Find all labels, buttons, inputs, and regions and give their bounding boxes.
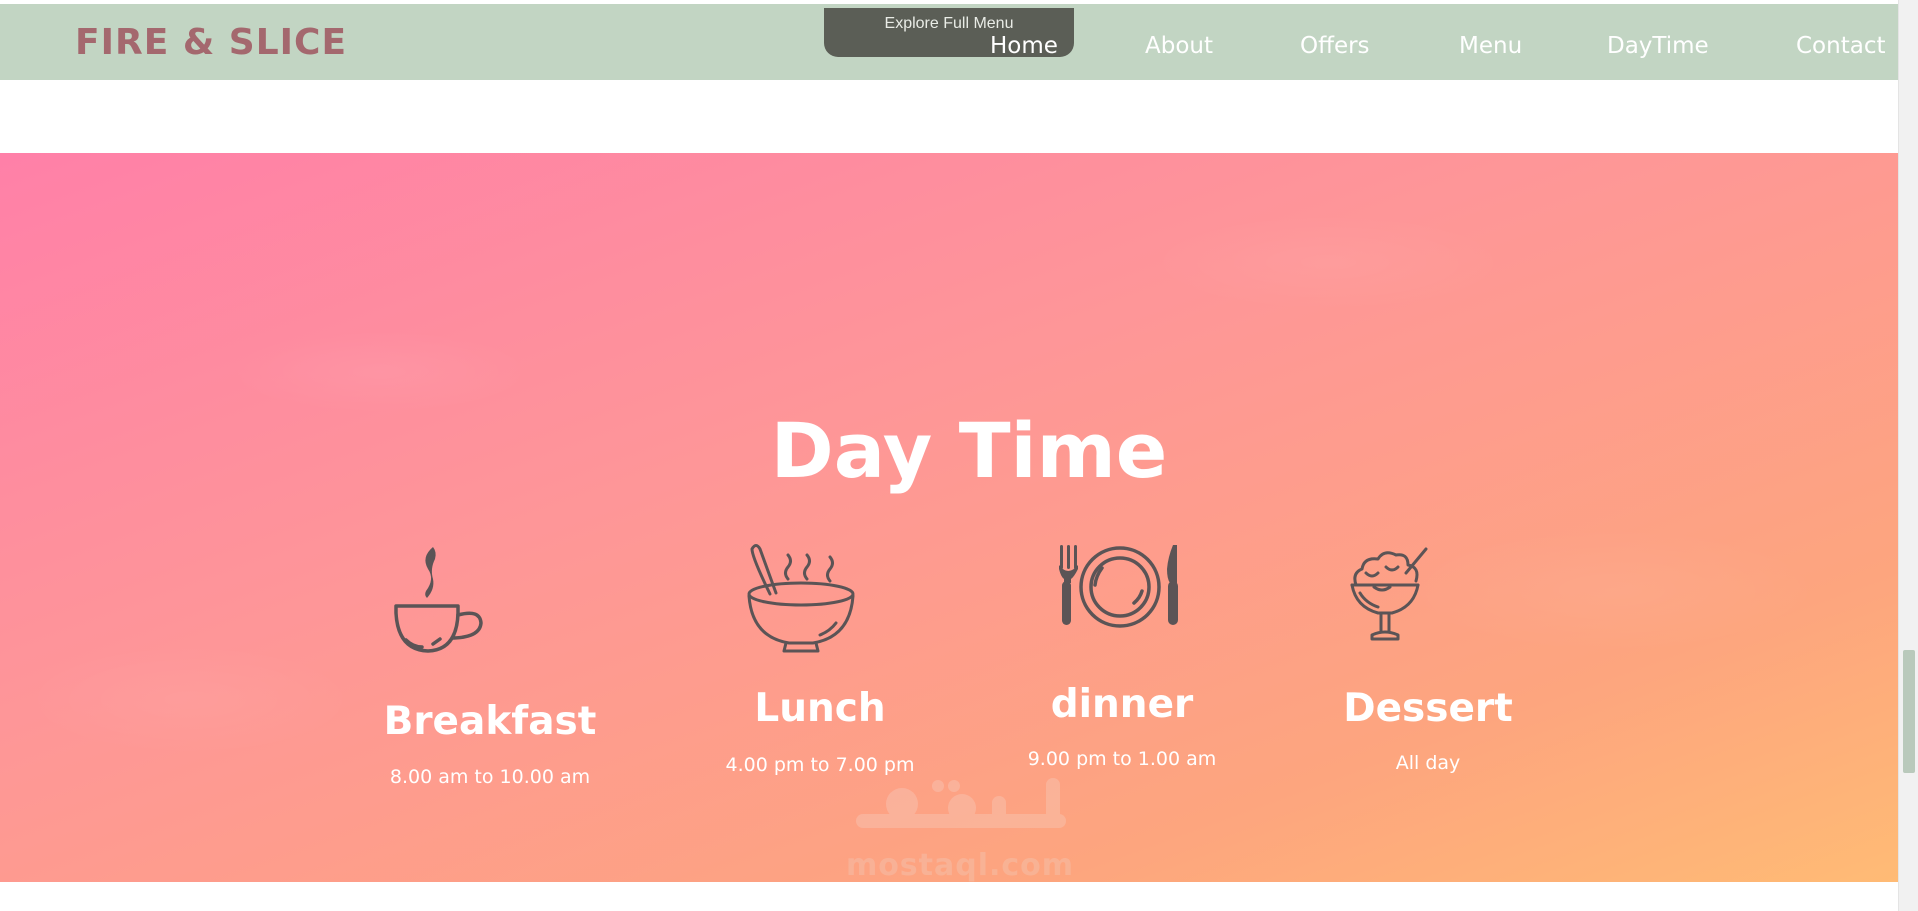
meal-hours: 8.00 am to 10.00 am xyxy=(389,766,591,788)
nav-about-link[interactable]: About xyxy=(1145,33,1213,59)
coffee-cup-icon xyxy=(340,543,640,663)
top-navigation-bar: FIRE & SLICE Explore Full Menu Home Abou… xyxy=(0,4,1898,80)
meal-hours: All day xyxy=(1395,752,1461,774)
scrollbar-thumb[interactable] xyxy=(1903,650,1915,773)
watermark-text: mostaql.com xyxy=(845,848,1075,883)
watermark-logo: mostaql.com xyxy=(842,770,1078,890)
nav-home-link[interactable]: Home xyxy=(990,33,1058,59)
page-bottom-strip xyxy=(0,882,1898,911)
meal-name: Lunch xyxy=(754,686,886,731)
meal-name: Dessert xyxy=(1343,686,1513,731)
nav-offers-link[interactable]: Offers xyxy=(1300,33,1370,59)
plate-fork-knife-icon xyxy=(972,543,1272,663)
nav-contact-link[interactable]: Contact xyxy=(1796,33,1885,59)
soup-bowl-icon xyxy=(670,543,970,663)
ice-cream-cup-icon xyxy=(1278,543,1578,663)
site-logo[interactable]: FIRE & SLICE xyxy=(75,22,347,63)
meal-name: dinner xyxy=(1050,682,1194,727)
explore-full-menu-label: Explore Full Menu xyxy=(884,15,1014,32)
nav-menu-link[interactable]: Menu xyxy=(1459,33,1522,59)
nav-daytime-link[interactable]: DayTime xyxy=(1607,33,1709,59)
page: FIRE & SLICE Explore Full Menu Home Abou… xyxy=(0,0,1918,911)
daytime-title: Day Time xyxy=(770,406,1168,496)
vertical-scrollbar[interactable] xyxy=(1898,0,1918,911)
meal-hours: 9.00 pm to 1.00 am xyxy=(1027,748,1217,770)
meal-name: Breakfast xyxy=(383,699,597,744)
